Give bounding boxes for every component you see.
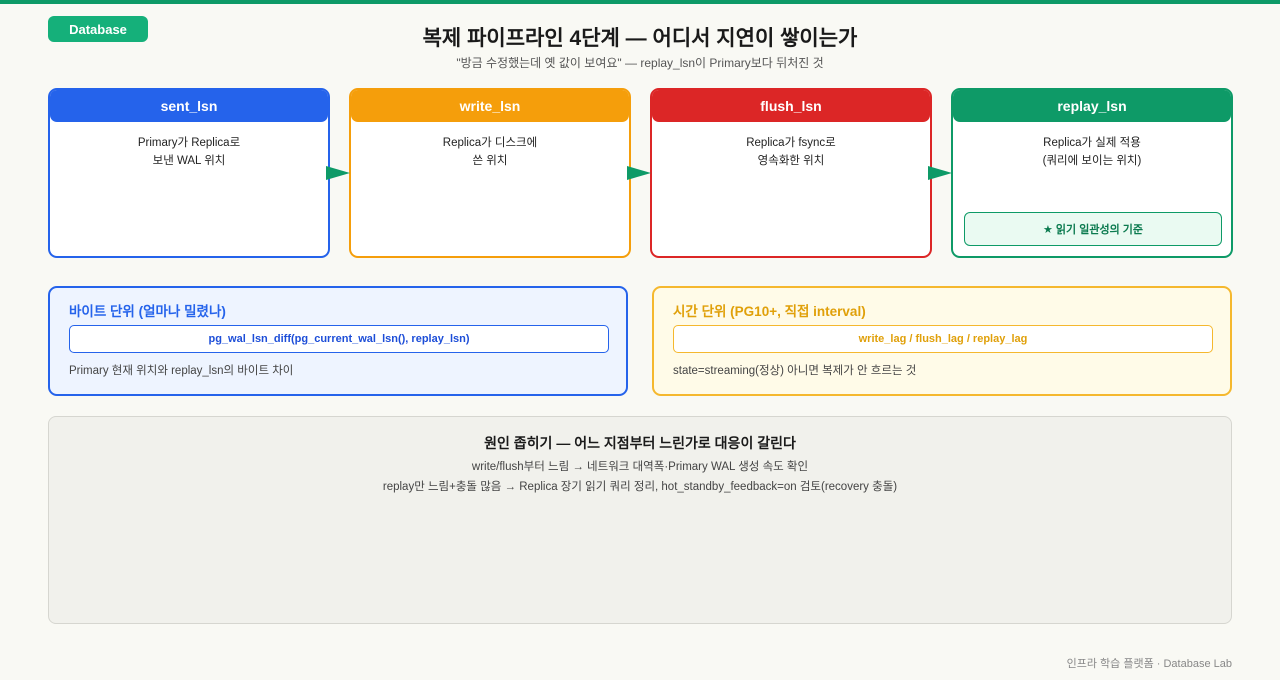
stage-description: Primary가 Replica로 보낸 WAL 위치: [137, 137, 241, 167]
panel-description: Primary 현재 위치와 replay_lsn의 바이트 차이: [69, 365, 294, 377]
read-consistency-note: ★ 읽기 일관성의 기준: [964, 212, 1222, 246]
panel-code: write_lag / flush_lag / replay_lag: [673, 325, 1213, 353]
stage-description: Replica가 실제 적용 (쿼리에 보이는 위치): [1042, 137, 1142, 167]
stage-header: sent_lsn: [50, 90, 328, 122]
panel-description: state=streaming(정상) 아니면 복제가 안 흐르는 것: [673, 365, 917, 377]
arrow-right-icon: [627, 166, 651, 180]
stage-write-lsn: write_lsn Replica가 디스크에 쓴 위치: [349, 88, 631, 258]
stage-header: flush_lsn: [652, 90, 930, 122]
time-lag-panel: 시간 단위 (PG10+, 직접 interval) write_lag / f…: [652, 286, 1232, 396]
stage-header: write_lsn: [351, 90, 629, 122]
stage-flush-lsn: flush_lsn Replica가 fsync로 영속화한 위치: [650, 88, 932, 258]
footer-credit: 인프라 학습 플랫폼 · Database Lab: [1066, 658, 1232, 670]
panel-code: pg_wal_lsn_diff(pg_current_wal_lsn(), re…: [69, 325, 609, 353]
cause-title: 원인 좁히기 — 어느 지점부터 느린가로 대응이 갈린다: [484, 435, 796, 451]
page-title: 복제 파이프라인 4단계 — 어디서 지연이 쌓이는가: [422, 27, 858, 50]
cause-line-replay: replay만 느림+충돌 많음 → Replica 장기 읽기 쿼리 정리, …: [382, 481, 898, 493]
stage-replay-lsn: replay_lsn Replica가 실제 적용 (쿼리에 보이는 위치) ★…: [951, 88, 1233, 258]
cause-narrowing-box: 원인 좁히기 — 어느 지점부터 느린가로 대응이 갈린다 write/flus…: [48, 416, 1232, 624]
cause-line-write-flush: write/flush부터 느림 → 네트워크 대역폭·Primary WAL …: [471, 461, 809, 473]
byte-lag-panel: 바이트 단위 (얼마나 밀렸나) pg_wal_lsn_diff(pg_curr…: [48, 286, 628, 396]
stage-header: replay_lsn: [953, 90, 1231, 122]
panel-title: 시간 단위 (PG10+, 직접 interval): [673, 304, 866, 319]
stage-description: Replica가 fsync로 영속화한 위치: [746, 137, 836, 167]
stage-description: Replica가 디스크에 쓴 위치: [442, 137, 538, 167]
arrow-right-icon: [928, 166, 952, 180]
arrow-right-icon: [326, 166, 350, 180]
panel-title: 바이트 단위 (얼마나 밀렸나): [69, 304, 226, 319]
page-subtitle: "방금 수정했는데 옛 값이 보여요" — replay_lsn이 Primar…: [456, 56, 824, 70]
top-accent-bar: [0, 0, 1280, 4]
stage-sent-lsn: sent_lsn Primary가 Replica로 보낸 WAL 위치: [48, 88, 330, 258]
